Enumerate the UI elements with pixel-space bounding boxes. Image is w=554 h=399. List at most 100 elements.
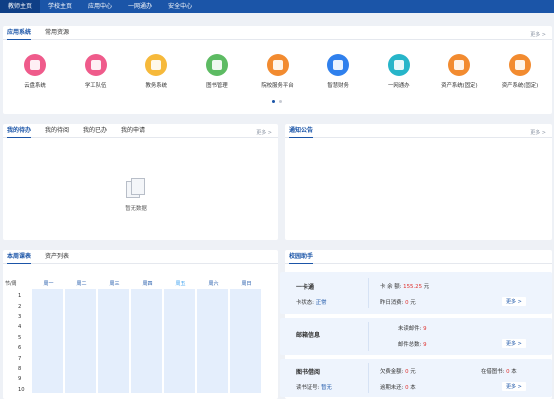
app-tile[interactable]: 一网通办 xyxy=(371,54,427,89)
campus-assistant-title[interactable]: 校园助手 xyxy=(289,251,314,264)
reader-card-number: 读书证号: 暂无 xyxy=(296,385,332,391)
total-mail: 邮件总数: 9 xyxy=(398,342,427,348)
period-number: 8 xyxy=(18,365,22,372)
carousel-dot[interactable] xyxy=(279,100,282,103)
app-tile[interactable]: 智慧财务 xyxy=(310,54,366,89)
app-tile[interactable]: 云盘系统 xyxy=(7,54,63,89)
tab-my-todo[interactable]: 我的待办 xyxy=(7,125,32,138)
app-label: 一网通办 xyxy=(387,83,410,89)
app-label: 资产系统(固定) xyxy=(441,83,478,89)
schedule-row: 4 xyxy=(5,322,265,332)
schedule-day-header: 周二 xyxy=(76,280,87,287)
app-icon xyxy=(327,54,350,76)
schedule-row: 9 xyxy=(5,374,265,384)
mailbox-more-button[interactable]: 更多 > xyxy=(502,339,526,348)
nav-security-center[interactable]: 安全中心 xyxy=(160,0,200,13)
app-tile[interactable]: 资产系统(固定) xyxy=(492,54,548,89)
period-number: 6 xyxy=(18,345,22,352)
app-tile[interactable]: 教务系统 xyxy=(128,54,184,89)
schedule-corner-label: 节/周 xyxy=(5,280,17,287)
app-label: 学工队伍 xyxy=(84,83,107,89)
card-balance: 卡 余 额: 155.25 元 xyxy=(380,284,430,290)
app-tile[interactable]: 图书管理 xyxy=(189,54,245,89)
top-navigation-bar: 教师主页 学校主页 应用中心 一网通办 安全中心 xyxy=(0,0,554,13)
carousel-dots xyxy=(272,100,282,103)
campus-card-info: 一卡通 卡状态: 正常 卡 余 额: 155.25 元 昨日消费: 0 元 更多… xyxy=(280,272,552,314)
campus-card-title: 一卡通 xyxy=(296,284,315,291)
notice-more-link[interactable]: 更多 > xyxy=(530,129,546,136)
app-icon xyxy=(145,54,168,76)
schedule-row: 6 xyxy=(5,343,265,353)
schedule-row: 2 xyxy=(5,301,265,311)
schedule-header: 节/周 周一 周二 周三 周四 周五 周六 周日 xyxy=(5,278,265,288)
schedule-row: 1 xyxy=(5,291,265,301)
app-label: 智慧财务 xyxy=(327,83,349,89)
overdue-books: 逾期未还: 0 本 xyxy=(380,385,416,391)
tab-app-systems[interactable]: 应用系统 xyxy=(7,27,32,40)
card-yesterday-spending: 昨日消费: 0 元 xyxy=(380,300,416,306)
period-number: 1 xyxy=(18,293,22,300)
app-icon xyxy=(84,54,107,76)
app-tile[interactable]: 学工队伍 xyxy=(68,54,124,89)
app-icon xyxy=(387,54,410,76)
schedule-day-header: 周六 xyxy=(208,280,219,287)
nav-teacher-home[interactable]: 教师主页 xyxy=(0,0,41,13)
card-status: 卡状态: 正常 xyxy=(296,300,327,306)
schedule-day-header: 周四 xyxy=(142,280,153,287)
mailbox-title: 邮箱信息 xyxy=(296,332,321,339)
notice-title[interactable]: 通知公告 xyxy=(289,125,314,138)
mailbox-info: 邮箱信息 未读邮件: 9 邮件总数: 9 更多 > xyxy=(280,318,552,355)
tab-common-resources[interactable]: 常用资源 xyxy=(45,27,69,39)
library-info: 图书借阅 读书证号: 暂无 欠费金额: 0 元 逾期未还: 0 本 在借图书: … xyxy=(280,359,552,397)
borrowed-books: 在借图书: 0 本 xyxy=(481,369,517,375)
app-icon xyxy=(448,54,471,76)
tab-my-done[interactable]: 我的已办 xyxy=(83,125,107,137)
carousel-dot[interactable] xyxy=(272,100,275,103)
library-more-button[interactable]: 更多 > xyxy=(502,382,526,391)
schedule-day-header: 周五 xyxy=(175,280,186,287)
period-number: 7 xyxy=(18,355,22,362)
tasks-more-link[interactable]: 更多 > xyxy=(256,129,272,136)
app-tile[interactable]: 院校服务平台 xyxy=(250,54,306,89)
tab-asset-list[interactable]: 资产列表 xyxy=(45,251,69,263)
period-number: 4 xyxy=(18,324,22,331)
empty-state-text: 暂无数据 xyxy=(125,206,147,212)
period-number: 2 xyxy=(18,303,22,310)
app-label: 教务系统 xyxy=(145,83,168,89)
campus-card-more-button[interactable]: 更多 > xyxy=(502,297,526,306)
schedule-day-header: 周三 xyxy=(109,280,120,287)
empty-document-icon xyxy=(124,178,148,200)
apps-more-link[interactable]: 更多 > xyxy=(530,31,546,38)
schedule-row: 10 xyxy=(5,385,265,395)
schedule-row: 3 xyxy=(5,312,265,322)
schedule-day-header: 周日 xyxy=(241,280,252,287)
nav-school-home[interactable]: 学校主页 xyxy=(40,0,80,13)
library-title: 图书借阅 xyxy=(296,369,321,376)
app-label: 云盘系统 xyxy=(24,83,46,89)
period-number: 9 xyxy=(18,376,22,383)
app-icon xyxy=(24,54,46,76)
period-number: 3 xyxy=(18,313,22,320)
app-tile[interactable]: 资产系统(固定) xyxy=(431,54,487,89)
app-label: 图书管理 xyxy=(206,83,228,89)
app-icon xyxy=(266,54,289,76)
app-icon xyxy=(509,54,531,76)
tab-weekly-schedule[interactable]: 本周课表 xyxy=(7,251,32,264)
apps-panel: 应用系统 常用资源 更多 > 云盘系统 学工队伍 教务系统 图书管理 院校服务平台 智慧财… xyxy=(3,26,552,114)
schedule-row: 5 xyxy=(5,333,265,343)
notice-panel: 通知公告 更多 > xyxy=(285,124,552,240)
unread-mail: 未读邮件: 9 xyxy=(398,326,427,332)
tab-my-to-read[interactable]: 我的待阅 xyxy=(45,125,69,137)
arrears-amount: 欠费金额: 0 元 xyxy=(380,369,416,375)
tab-my-applications[interactable]: 我的申请 xyxy=(121,125,145,137)
nav-app-center[interactable]: 应用中心 xyxy=(80,0,120,13)
empty-state: 暂无数据 xyxy=(116,178,156,212)
schedule-grid: 1 2 3 4 5 6 7 8 9 10 xyxy=(5,291,265,395)
period-number: 5 xyxy=(18,334,22,341)
app-icon xyxy=(205,54,228,76)
schedule-row: 8 xyxy=(5,364,265,374)
app-label: 院校服务平台 xyxy=(261,83,294,89)
nav-one-stop-service[interactable]: 一网通办 xyxy=(120,0,160,13)
app-label: 资产系统(固定) xyxy=(501,83,539,89)
period-number: 10 xyxy=(18,386,25,393)
